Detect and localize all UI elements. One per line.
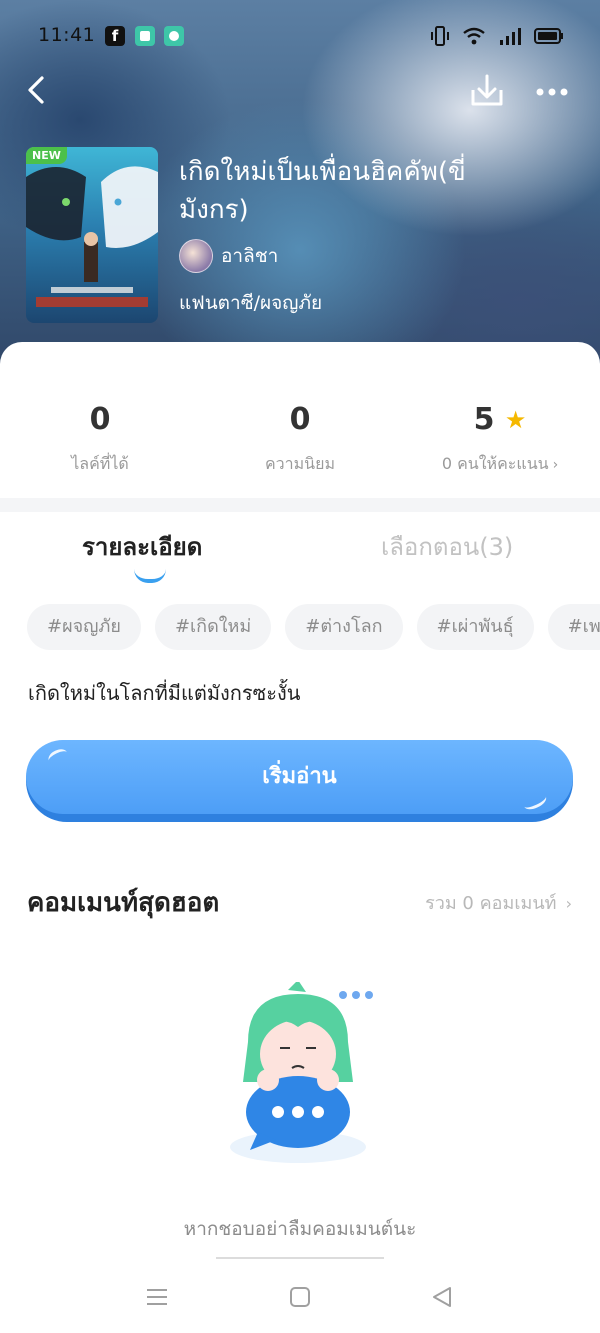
vibrate-icon (431, 26, 449, 46)
chevron-right-icon: › (560, 894, 572, 913)
signal-icon (500, 28, 521, 45)
tag-chip[interactable]: #เผ่าพันธุ์ (416, 604, 534, 650)
start-reading-label: เริ่มอ่าน (26, 740, 573, 814)
popularity-label: ความนิยม (264, 454, 336, 473)
menu-icon[interactable] (142, 1282, 172, 1312)
rating-value: 5 (473, 402, 495, 437)
detail-card: 0 ไลค์ที่ได้ 0 ความนิยม 5 ★ 0 คนให้คะแนน… (0, 342, 600, 1333)
stats-row: 0 ไลค์ที่ได้ 0 ความนิยม 5 ★ 0 คนให้คะแนน… (0, 400, 600, 480)
author-avatar[interactable] (179, 239, 213, 273)
comments-heading: คอมเมนท์สุดฮอต (27, 888, 220, 918)
chat-icon (164, 26, 184, 46)
active-tab-indicator (134, 569, 166, 583)
back-triangle-icon[interactable] (428, 1282, 458, 1312)
battery-icon (534, 28, 563, 44)
tag-chip[interactable]: #เพ (547, 604, 600, 650)
start-reading-button[interactable]: เริ่มอ่าน (26, 740, 573, 822)
likes-value: 0 (89, 402, 111, 437)
download-icon (471, 74, 503, 106)
author-row[interactable]: อาลิชา (179, 239, 278, 273)
comments-count-label: รวม 0 คอมเมนท์ (425, 893, 557, 914)
empty-comments-underline (216, 1257, 384, 1259)
cover-artwork (26, 166, 158, 307)
tab-episodes[interactable]: เลือกตอน(3) (381, 527, 513, 566)
tag-chip[interactable]: #ผจญภัย (27, 604, 141, 650)
empty-comments-text: หากชอบอย่าลืมคอมเมนต์นะ (183, 1218, 417, 1240)
likes-label: ไลค์ที่ได้ (71, 454, 129, 473)
messenger-icon (135, 26, 155, 46)
more-options-button[interactable] (530, 70, 574, 114)
author-name[interactable]: อาลิชา (221, 241, 278, 271)
star-icon: ★ (504, 406, 527, 434)
tab-detail[interactable]: รายละเอียด (82, 527, 202, 566)
book-cover[interactable]: NEW (26, 147, 158, 323)
status-time: 11:41 (38, 24, 96, 46)
empty-comments-mascot (230, 982, 373, 1163)
comments-count-link[interactable]: รวม 0 คอมเมนท์ › (425, 888, 572, 917)
book-description: เกิดใหม่ในโลกที่มีแต่มังกรซะงั้น (28, 681, 301, 705)
book-genre: แฟนตาซี/ผจญภัย (179, 292, 323, 314)
tag-chip[interactable]: #เกิดใหม่ (154, 604, 272, 650)
chevron-left-icon (28, 76, 44, 104)
book-title: เกิดใหม่เป็นเพื่อนฮิคคัพ(ขี่มังกร) (179, 157, 466, 225)
new-badge: NEW (26, 147, 67, 164)
likes-stat: 0 ไลค์ที่ได้ (0, 400, 200, 477)
rating-label: 0 คนให้คะแนน (441, 454, 549, 473)
tag-chip[interactable]: #ต่างโลก (285, 604, 403, 650)
popularity-value: 0 (289, 402, 311, 437)
tab-bar: รายละเอียด เลือกตอน(3) (0, 527, 600, 583)
system-navigation-bar (0, 1260, 600, 1333)
section-divider (0, 498, 600, 512)
popularity-stat: 0 ความนิยม (200, 400, 400, 477)
home-icon[interactable] (285, 1282, 315, 1312)
back-button[interactable] (20, 70, 64, 114)
more-icon (536, 88, 568, 96)
facebook-icon: f (105, 26, 125, 46)
chevron-right-icon: › (552, 457, 559, 473)
wifi-icon (463, 27, 485, 45)
status-bar: 11:41 f (0, 22, 600, 52)
download-button[interactable] (465, 70, 509, 114)
rating-stat[interactable]: 5 ★ 0 คนให้คะแนน › (400, 400, 600, 477)
tag-list: #ผจญภัย #เกิดใหม่ #ต่างโลก #เผ่าพันธุ์ #เพ (27, 604, 600, 652)
